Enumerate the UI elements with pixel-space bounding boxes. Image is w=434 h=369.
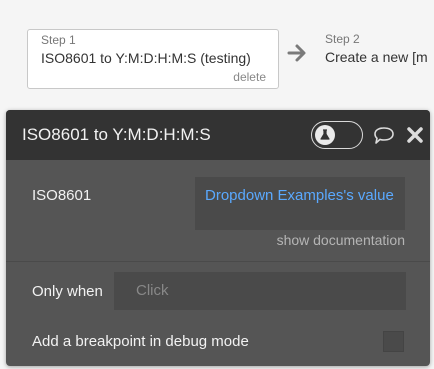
- condition-placeholder: Click: [136, 282, 169, 299]
- close-icon[interactable]: [404, 124, 426, 146]
- chat-bubble-icon[interactable]: [372, 125, 396, 147]
- breakpoint-label: Add a breakpoint in debug mode: [32, 333, 249, 350]
- panel-header: ISO8601 to Y:M:D:H:M:S: [6, 110, 430, 160]
- flask-icon: [320, 129, 330, 140]
- step-number: Step 2: [325, 32, 360, 46]
- only-when-condition-input[interactable]: Click: [114, 272, 406, 310]
- only-when-label: Only when: [32, 283, 103, 300]
- toggle-knob: [315, 125, 335, 145]
- panel-title: ISO8601 to Y:M:D:H:M:S: [22, 125, 211, 144]
- show-documentation-link[interactable]: show documentation: [277, 232, 405, 248]
- step-name: ISO8601 to Y:M:D:H:M:S (testing): [41, 50, 251, 66]
- section-divider: [6, 261, 430, 262]
- step-name: Create a new [m: [325, 49, 428, 65]
- action-property-panel: ISO8601 to Y:M:D:H:M:S ISO8601 Dropdown …: [6, 110, 430, 366]
- iso8601-label: ISO8601: [32, 187, 92, 204]
- workflow-step-2[interactable]: Step 2 Create a new [m: [325, 29, 434, 89]
- dynamic-expression[interactable]: Dropdown Examples's value: [205, 187, 394, 204]
- step-number: Step 1: [41, 33, 76, 47]
- debug-mode-toggle[interactable]: [311, 121, 363, 149]
- workflow-step-1[interactable]: Step 1 ISO8601 to Y:M:D:H:M:S (testing) …: [27, 29, 279, 89]
- workflow-steps-bar: Step 1 ISO8601 to Y:M:D:H:M:S (testing) …: [0, 0, 434, 105]
- iso8601-value-field[interactable]: Dropdown Examples's value: [195, 177, 405, 230]
- arrow-right-icon: [287, 44, 306, 62]
- delete-step-link[interactable]: delete: [233, 70, 266, 84]
- breakpoint-checkbox[interactable]: [383, 331, 404, 352]
